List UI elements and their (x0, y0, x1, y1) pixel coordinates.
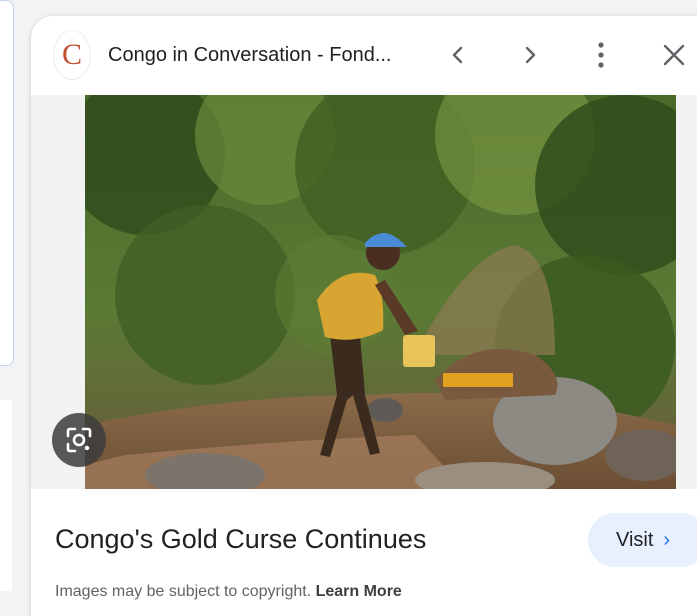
image-caption-title[interactable]: Congo's Gold Curse Continues (55, 524, 426, 555)
close-button[interactable] (659, 40, 689, 70)
more-vert-icon (598, 42, 604, 68)
chevron-right-icon: › (663, 528, 671, 551)
preview-header: C Congo in Conversation - Fond... (31, 16, 697, 96)
image-preview-panel: C Congo in Conversation - Fond... Congo'… (31, 16, 697, 616)
next-button[interactable] (515, 40, 545, 70)
more-options-button[interactable] (586, 40, 616, 70)
background-result-card[interactable] (0, 0, 14, 366)
site-favicon[interactable]: C (54, 31, 90, 79)
preview-image[interactable] (85, 95, 676, 489)
image-area (31, 95, 697, 489)
learn-more-link[interactable]: Learn More (316, 583, 402, 600)
copyright-notice: Images may be subject to copyright. Lear… (55, 583, 402, 601)
visit-button[interactable]: Visit › (588, 513, 697, 567)
copyright-text: Images may be subject to copyright. (55, 583, 312, 600)
close-icon (663, 44, 685, 66)
favicon-letter: C (61, 38, 82, 71)
lens-search-button[interactable] (52, 413, 106, 467)
site-title[interactable]: Congo in Conversation - Fond... (108, 44, 418, 67)
lens-icon (66, 427, 92, 453)
background-result-card-lower (0, 400, 12, 591)
previous-button[interactable] (443, 40, 473, 70)
visit-label: Visit (616, 528, 654, 551)
chevron-left-icon (452, 46, 463, 64)
chevron-right-icon (525, 46, 536, 64)
